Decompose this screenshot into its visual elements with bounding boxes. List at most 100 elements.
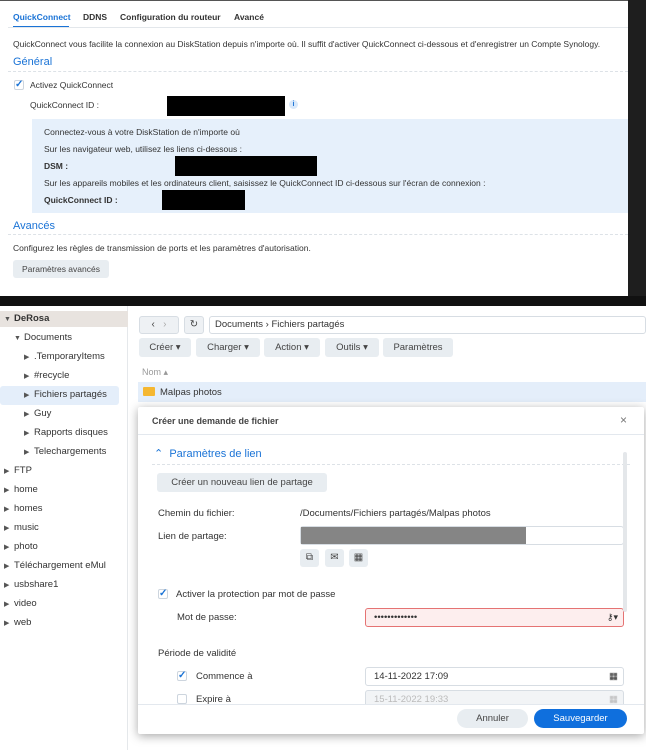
- file-row[interactable]: Malpas photos: [138, 382, 646, 402]
- tree-item[interactable]: ▶ FTP: [4, 465, 32, 476]
- breadcrumb[interactable]: Documents › Fichiers partagés: [209, 316, 646, 334]
- tree-item[interactable]: ▶ music: [4, 522, 39, 533]
- tree-item[interactable]: ▶ Fichiers partagés: [24, 389, 107, 400]
- tree-root[interactable]: ▼ DeRosa: [4, 313, 49, 324]
- caret-right-icon[interactable]: ▶: [24, 372, 34, 380]
- advanced-description: Configurez les règles de transmission de…: [13, 243, 311, 253]
- tree-item[interactable]: ▶ Téléchargement eMul: [4, 560, 106, 571]
- link-settings-section[interactable]: ⌃ Paramètres de lien: [154, 447, 262, 460]
- back-icon[interactable]: ‹: [151, 319, 154, 330]
- caret-right-icon[interactable]: ▶: [4, 505, 14, 513]
- new-share-link-button[interactable]: Créer un nouveau lien de partage: [157, 473, 327, 492]
- expire-checkbox[interactable]: [177, 694, 187, 704]
- tree-item[interactable]: ▶ #recycle: [24, 370, 69, 381]
- tree-item-label: usbshare1: [14, 579, 59, 590]
- enable-quickconnect-checkbox[interactable]: ✓: [14, 80, 24, 90]
- close-icon[interactable]: ×: [620, 413, 627, 427]
- separator-band: [0, 296, 646, 306]
- settings-button[interactable]: Paramètres: [383, 338, 453, 357]
- quickconnect-id-input-redacted[interactable]: [167, 96, 285, 116]
- tree-item[interactable]: ▶ video: [4, 598, 37, 609]
- forward-icon[interactable]: ›: [163, 319, 166, 330]
- caret-down-icon[interactable]: ▼: [14, 335, 24, 342]
- tree-item-label: photo: [14, 541, 38, 552]
- tab-quickconnect[interactable]: QuickConnect: [13, 12, 71, 22]
- box-quickconnect-id-redacted: [162, 190, 245, 210]
- share-link-redacted: [301, 527, 526, 544]
- tree-item[interactable]: ▶ Guy: [24, 408, 51, 419]
- start-checkbox[interactable]: ✓: [177, 671, 187, 681]
- file-path-value: /Documents/Fichiers partagés/Malpas phot…: [300, 508, 491, 519]
- tree-item-label: homes: [14, 503, 43, 514]
- file-request-dialog: Créer une demande de fichier × ⌃ Paramèt…: [138, 407, 644, 734]
- start-label: Commence à: [196, 671, 253, 682]
- caret-right-icon[interactable]: ▶: [4, 467, 14, 475]
- scrollbar[interactable]: [623, 452, 627, 612]
- caret-right-icon[interactable]: ▶: [4, 543, 14, 551]
- email-icon[interactable]: ✉: [325, 549, 344, 567]
- tree-item[interactable]: ▶ Telechargements: [24, 446, 106, 457]
- cancel-button[interactable]: Annuler: [457, 709, 528, 728]
- tree-item[interactable]: ▶ homes: [4, 503, 43, 514]
- tree-item-label: music: [14, 522, 39, 533]
- tree-item-label: Rapports disques: [34, 427, 108, 438]
- share-link-field[interactable]: [300, 526, 624, 545]
- nav-back-forward[interactable]: ‹ ›: [139, 316, 179, 334]
- dsm-label: DSM :: [44, 161, 69, 171]
- copy-icon[interactable]: ⧉: [300, 549, 319, 567]
- start-date-input[interactable]: 14-11-2022 17:09 ▦: [365, 667, 624, 686]
- upload-button[interactable]: Charger ▾: [196, 338, 260, 357]
- password-protect-checkbox[interactable]: ✓: [158, 589, 168, 599]
- caret-right-icon[interactable]: ▶: [24, 391, 34, 399]
- tree-item[interactable]: ▶ home: [4, 484, 38, 495]
- info-line-3: Sur les appareils mobiles et les ordinat…: [44, 178, 486, 188]
- tab-divider: [8, 27, 628, 28]
- tree-item[interactable]: ▼ Documents: [14, 332, 72, 343]
- caret-right-icon[interactable]: ▶: [4, 619, 14, 627]
- tab-advanced[interactable]: Avancé: [234, 12, 264, 22]
- file-path-label: Chemin du fichier:: [158, 508, 235, 519]
- caret-right-icon[interactable]: ▶: [4, 524, 14, 532]
- caret-right-icon[interactable]: ▶: [24, 410, 34, 418]
- section-general: Général: [13, 56, 53, 68]
- password-input[interactable]: ••••••••••••• ⚷▾: [365, 608, 624, 627]
- action-button[interactable]: Action ▾: [264, 338, 320, 357]
- tab-ddns[interactable]: DDNS: [83, 12, 107, 22]
- divider: [8, 234, 628, 235]
- refresh-icon[interactable]: ↻: [184, 316, 204, 334]
- tree-item[interactable]: ▶ web: [4, 617, 31, 628]
- caret-right-icon[interactable]: ▶: [4, 486, 14, 494]
- enable-quickconnect-label: Activez QuickConnect: [30, 80, 114, 90]
- tree-item[interactable]: ▶ .TemporaryItems: [24, 351, 105, 362]
- info-line-2: Sur les navigateur web, utilisez les lie…: [44, 144, 242, 154]
- caret-right-icon[interactable]: ▶: [24, 353, 34, 361]
- qr-code-icon[interactable]: ▦: [349, 549, 368, 567]
- advanced-settings-button[interactable]: Paramètres avancés: [13, 260, 109, 278]
- tab-router-config[interactable]: Configuration du routeur: [120, 12, 221, 22]
- tree-item[interactable]: ▶ photo: [4, 541, 38, 552]
- caret-right-icon[interactable]: ▶: [4, 581, 14, 589]
- create-button[interactable]: Créer ▾: [139, 338, 191, 357]
- caret-right-icon[interactable]: ▶: [4, 562, 14, 570]
- key-icon[interactable]: ⚷▾: [607, 609, 618, 626]
- tree-item-label: video: [14, 598, 37, 609]
- calendar-icon[interactable]: ▦: [609, 668, 618, 685]
- divider: [138, 434, 644, 435]
- caret-right-icon[interactable]: ▶: [24, 448, 34, 456]
- save-button[interactable]: Sauvegarder: [534, 709, 627, 728]
- quickconnect-panel: QuickConnect DDNS Configuration du route…: [0, 0, 628, 296]
- tree-item[interactable]: ▶ Rapports disques: [24, 427, 108, 438]
- box-quickconnect-id-label: QuickConnect ID :: [44, 195, 118, 205]
- tree-item-label: Telechargements: [34, 446, 107, 457]
- info-icon[interactable]: i: [289, 100, 298, 109]
- expire-date-input[interactable]: 15-11-2022 19:33 ▦: [365, 690, 624, 704]
- calendar-icon[interactable]: ▦: [609, 691, 618, 704]
- tools-button[interactable]: Outils ▾: [325, 338, 379, 357]
- column-header-name[interactable]: Nom ▴: [142, 367, 168, 378]
- tree-item-label: home: [14, 484, 38, 495]
- tree-item[interactable]: ▶ usbshare1: [4, 579, 58, 590]
- scroll-clip: Expire à 15-11-2022 19:33 ▦: [138, 690, 644, 704]
- caret-right-icon[interactable]: ▶: [24, 429, 34, 437]
- divider: [138, 704, 644, 705]
- caret-right-icon[interactable]: ▶: [4, 600, 14, 608]
